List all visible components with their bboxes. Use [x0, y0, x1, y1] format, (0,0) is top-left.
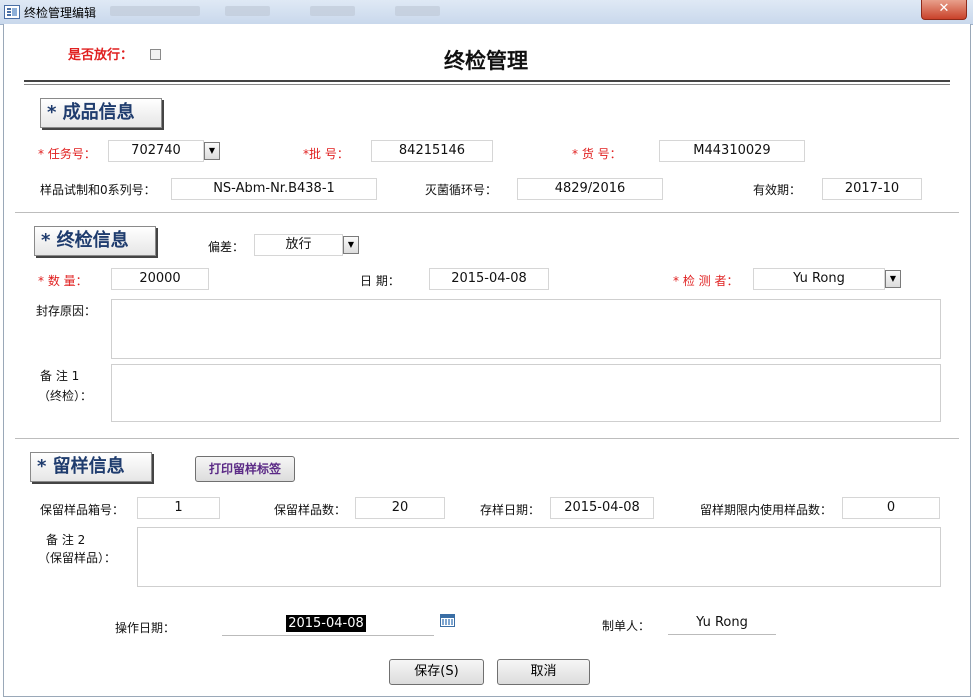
operation-date-field[interactable]: 2015-04-08 — [222, 614, 434, 636]
task-number-label: * 任务号： — [38, 147, 96, 161]
inspector-select[interactable]: Yu Rong — [753, 268, 885, 290]
section-retained-sample: * 留样信息 — [30, 452, 152, 482]
dropdown-arrow-icon[interactable]: ▼ — [343, 236, 359, 254]
used-samples-field[interactable]: 0 — [842, 497, 940, 519]
date-label: 日 期： — [360, 274, 400, 288]
note2-label: 备 注 2 — [46, 533, 86, 547]
storage-date-field[interactable]: 2015-04-08 — [550, 497, 654, 519]
expiry-label: 有效期： — [753, 183, 802, 197]
app-icon — [4, 5, 20, 19]
close-icon[interactable]: ✕ — [921, 0, 967, 20]
seal-reason-textarea[interactable] — [111, 299, 941, 359]
save-button[interactable]: 保存(S) — [389, 659, 484, 685]
seal-reason-label: 封存原因： — [36, 304, 97, 318]
sample-box-label: 保留样品箱号： — [40, 503, 125, 517]
blurred-toolbar-item — [225, 6, 270, 16]
sterilization-cycle-field[interactable]: 4829/2016 — [517, 178, 663, 200]
dropdown-arrow-icon[interactable]: ▼ — [885, 270, 901, 288]
sample-series-label: 样品试制和0系列号： — [40, 183, 156, 197]
section-divider — [15, 438, 959, 439]
deviation-select[interactable]: 放行 — [254, 234, 343, 256]
goods-number-field[interactable]: M44310029 — [659, 140, 805, 162]
inspector-label: * 检 测 者： — [673, 274, 739, 288]
operation-date-label: 操作日期： — [115, 621, 176, 635]
batch-number-label: *批 号： — [303, 147, 349, 161]
quantity-label: * 数 量： — [38, 274, 88, 288]
sample-box-field[interactable]: 1 — [137, 497, 220, 519]
blurred-toolbar-item — [110, 6, 200, 16]
release-label: 是否放行： — [68, 48, 134, 63]
used-samples-label: 留样期限内使用样品数： — [700, 503, 833, 517]
dropdown-arrow-icon[interactable]: ▼ — [204, 142, 220, 160]
calendar-icon[interactable] — [440, 614, 455, 627]
blurred-toolbar-item — [310, 6, 355, 16]
calendar-icon-grid — [442, 619, 453, 625]
goods-number-label: * 货 号： — [572, 147, 622, 161]
window-title: 终检管理编辑 — [24, 6, 97, 20]
sample-count-field[interactable]: 20 — [355, 497, 445, 519]
title-divider — [24, 80, 950, 82]
date-field[interactable]: 2015-04-08 — [429, 268, 549, 290]
deviation-label: 偏差： — [208, 240, 245, 254]
quantity-field[interactable]: 20000 — [111, 268, 209, 290]
creator-label: 制单人： — [602, 619, 651, 633]
section-product-info: * 成品信息 — [40, 98, 162, 128]
creator-field: Yu Rong — [668, 613, 776, 635]
note2-sublabel: （保留样品）： — [38, 551, 117, 565]
calendar-icon-header — [441, 615, 454, 618]
sample-count-label: 保留样品数： — [274, 503, 347, 517]
sterilization-cycle-label: 灭菌循环号： — [425, 183, 498, 197]
operation-date-value: 2015-04-08 — [286, 615, 366, 632]
note1-textarea[interactable] — [111, 364, 941, 422]
section-final-inspection: * 终检信息 — [34, 226, 156, 256]
sample-series-field[interactable]: NS-Abm-Nr.B438-1 — [171, 178, 377, 200]
storage-date-label: 存样日期： — [480, 503, 541, 517]
title-divider — [24, 84, 950, 85]
page-title: 终检管理 — [444, 49, 528, 73]
cancel-button[interactable]: 取消 — [497, 659, 590, 685]
section-divider — [15, 212, 959, 213]
expiry-field[interactable]: 2017-10 — [822, 178, 922, 200]
task-number-field[interactable]: 702740 — [108, 140, 204, 162]
note1-label: 备 注 1 — [40, 369, 80, 383]
release-checkbox[interactable] — [150, 49, 161, 60]
print-label-button[interactable]: 打印留样标签 — [195, 456, 295, 482]
note1-sublabel: （终检）： — [38, 389, 93, 403]
note2-textarea[interactable] — [137, 527, 941, 587]
batch-number-field[interactable]: 84215146 — [371, 140, 493, 162]
blurred-toolbar-item — [395, 6, 440, 16]
